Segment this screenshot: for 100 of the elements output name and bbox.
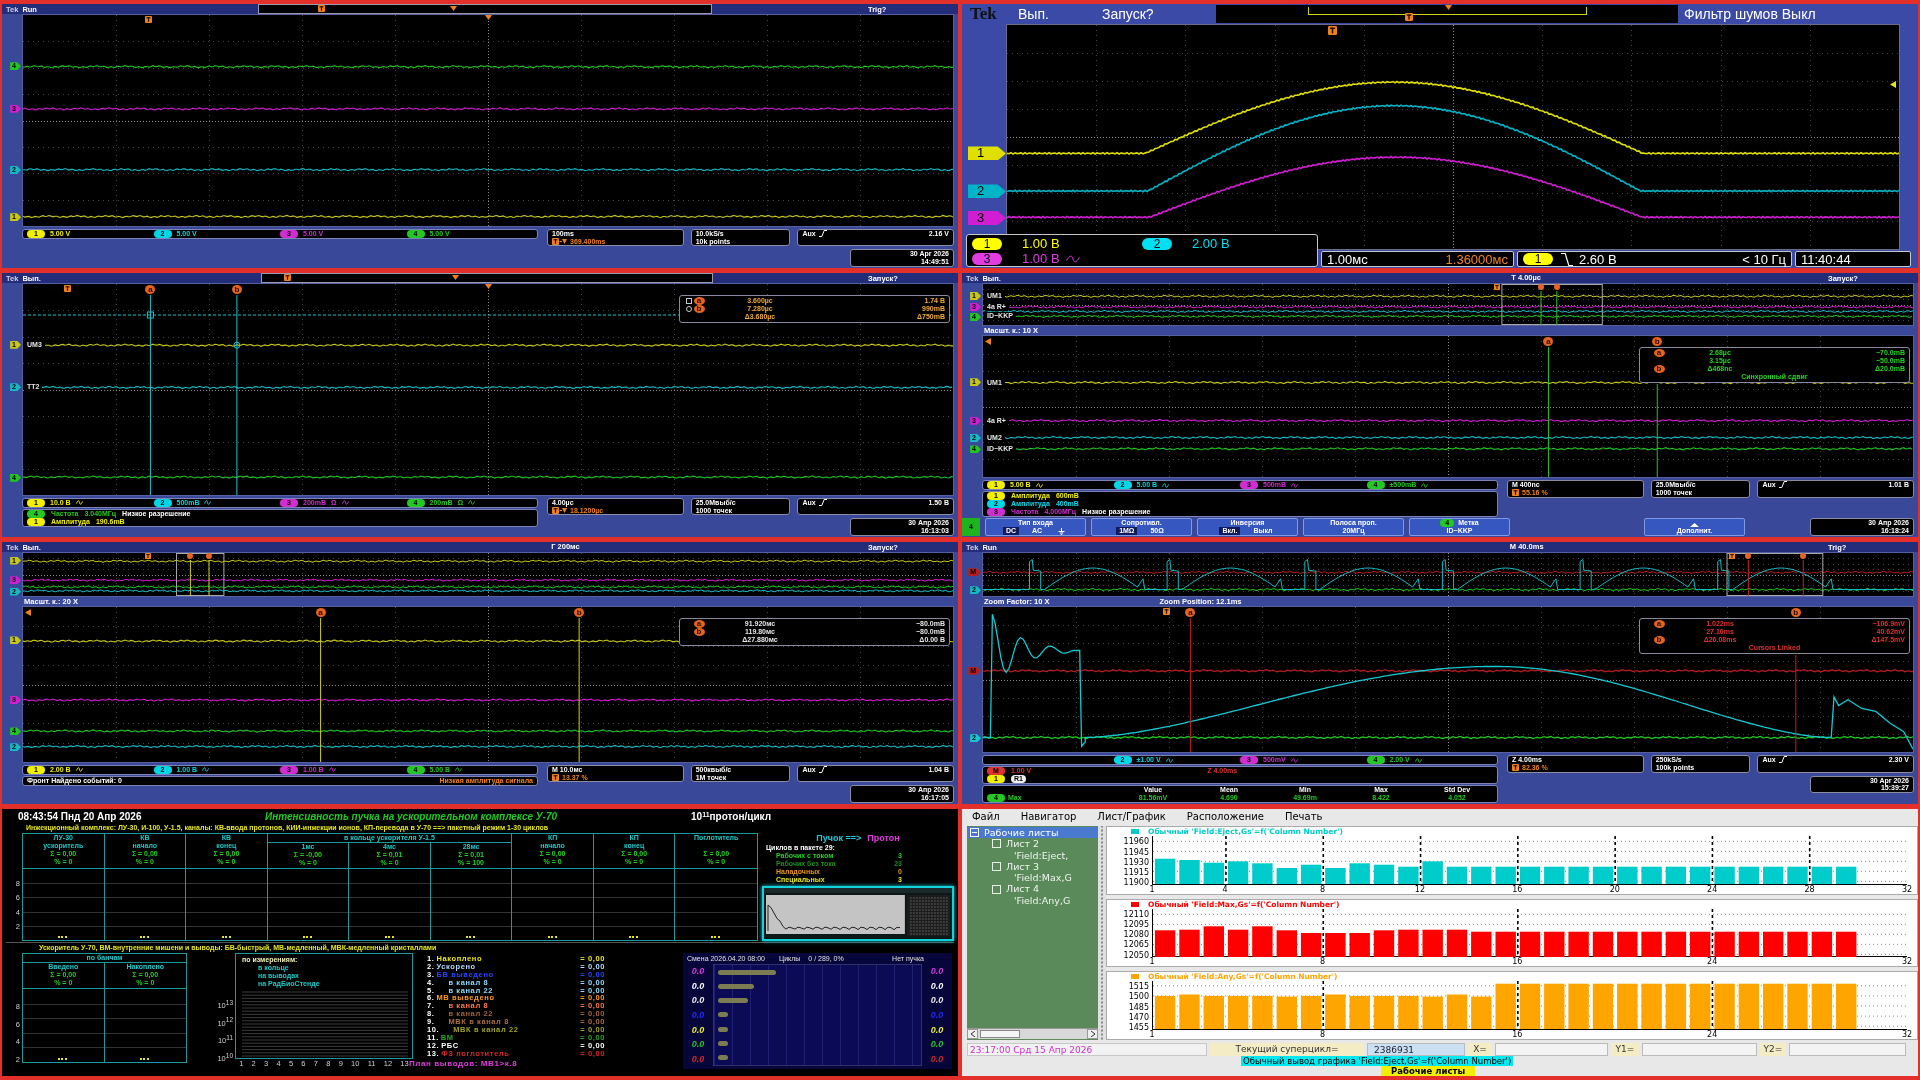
- trigger-position-value: 1.36000мс: [1445, 251, 1508, 267]
- chart-bar: [1203, 862, 1224, 884]
- tree-item[interactable]: 'Field:Any,G: [967, 894, 1098, 907]
- y2-value-field[interactable]: [1789, 1043, 1906, 1056]
- chart-bar: [1471, 931, 1492, 957]
- cursor-marker-icon: [1800, 553, 1807, 559]
- cursor-marker-icon: [1745, 553, 1752, 559]
- baseline-marker: [58, 936, 68, 938]
- chart-bar: [1179, 929, 1200, 957]
- channel-scale: 1.00 В: [1022, 236, 1060, 251]
- axis-tick-label: 32: [1901, 957, 1913, 967]
- axis-tick-label: 12: [1414, 884, 1425, 894]
- cursor-label: b: [574, 608, 585, 617]
- chart-bar: [1811, 984, 1833, 1030]
- tree-item[interactable]: 'Field:Eject,: [967, 849, 1098, 861]
- menu-item[interactable]: Печать: [1284, 809, 1323, 824]
- sheet-label: Рабочие листы: [1381, 1066, 1476, 1076]
- field-label: X=: [1468, 1043, 1492, 1056]
- axis-tick-label: 11945: [1123, 847, 1149, 857]
- trigger-marker-icon: [1405, 13, 1413, 21]
- trigger-frequency: < 10 Гц: [1742, 251, 1786, 267]
- axis-tick-label: 12080: [1123, 929, 1149, 939]
- cursor-label: a: [1185, 608, 1196, 617]
- chart-bar: [1398, 866, 1419, 884]
- reading-value: 0.0: [691, 1039, 705, 1050]
- menu-item[interactable]: Лист/График: [1097, 809, 1166, 824]
- brand-label: Tek: [969, 4, 998, 24]
- chart-bar: [1568, 931, 1589, 957]
- trigger-marker-icon: [1327, 26, 1337, 35]
- tree-item[interactable]: Лист 3: [967, 860, 1098, 873]
- chart-bar: [1373, 996, 1395, 1030]
- x-value-field[interactable]: [1495, 1043, 1608, 1056]
- axis-tick-label: 24: [1707, 884, 1718, 894]
- trigger-position-icon: [1445, 5, 1452, 10]
- axis-tick-label: 12050: [1123, 950, 1149, 960]
- chart-bar: [1203, 996, 1224, 1030]
- chart-bar: [1787, 866, 1808, 884]
- chart-bar: [1373, 864, 1395, 884]
- chart-bar: [1349, 863, 1370, 884]
- axis-tick-label: 12065: [1123, 940, 1149, 949]
- menu-item[interactable]: Расположение: [1186, 809, 1264, 824]
- trigger-marker-icon: [1494, 284, 1501, 290]
- channel-marker: 2: [968, 184, 1006, 199]
- scroll-right-button[interactable]: [1087, 1029, 1098, 1039]
- channel-scale: 2.00 В: [1192, 236, 1230, 251]
- tree-item[interactable]: 'Field:Max,G: [967, 872, 1098, 884]
- chart-bar: [1471, 866, 1492, 884]
- chart-bar: [1763, 931, 1784, 957]
- ground-icon: [1058, 527, 1066, 535]
- y1-value-field[interactable]: [1642, 1043, 1757, 1056]
- timebase-scale: 1.00мс: [1327, 251, 1368, 267]
- scroll-left-button[interactable]: [967, 1029, 978, 1039]
- channel-badge: 3: [972, 252, 1002, 265]
- axis-tick-label: 16: [1512, 1030, 1523, 1039]
- chart-bar: [1836, 931, 1857, 957]
- chart-bar: [1154, 929, 1176, 957]
- chevron-right-icon: [1090, 1031, 1095, 1037]
- chart-bar: [1300, 932, 1322, 957]
- beam-value: Протон: [867, 833, 900, 844]
- chart-bar: [1568, 866, 1589, 884]
- axis-tick-label: 11900: [1123, 877, 1149, 887]
- scroll-thumb[interactable]: [980, 1030, 1020, 1038]
- tree-item[interactable]: Лист 4: [967, 883, 1098, 895]
- cursor-line: [1747, 559, 1749, 596]
- axis-tick-label: 24: [1707, 957, 1718, 967]
- supercycle-field[interactable]: 2386931: [1367, 1043, 1465, 1056]
- axis-tick-label: 24: [1707, 1030, 1718, 1039]
- chart-bar: [1617, 984, 1638, 1030]
- chart-bar: [1227, 996, 1249, 1030]
- cursor-marker-icon: [206, 553, 212, 559]
- cursor-label: a: [1653, 349, 1665, 357]
- reading-value: 0.0: [930, 1053, 944, 1064]
- cursor-label: a: [315, 608, 326, 617]
- chart-bar: [1738, 931, 1760, 957]
- tree-item[interactable]: Рабочие листы: [967, 827, 1098, 839]
- baseline-marker: [140, 936, 149, 938]
- caret-up-icon: [1690, 523, 1699, 527]
- tree-item[interactable]: Лист 2: [967, 838, 1098, 850]
- axis-tick-label: 8: [1319, 957, 1325, 967]
- chart-bar: [1763, 984, 1784, 1030]
- channel-badge: 2: [1142, 237, 1172, 250]
- level-bar: [718, 998, 748, 1004]
- reading-value: 0.0: [930, 966, 944, 977]
- chart-bar: [1787, 931, 1808, 957]
- cursor-label: b: [1652, 337, 1663, 346]
- chart-bar: [1617, 866, 1638, 884]
- axis-tick-label: 20: [1609, 884, 1620, 894]
- axis-tick-label: 1500: [1128, 991, 1149, 1001]
- splitter-handle[interactable]: [1098, 826, 1106, 1040]
- chart-bar: [1665, 931, 1687, 957]
- baseline-marker: [303, 936, 313, 938]
- chart-bar: [1592, 931, 1614, 957]
- axis-tick-label: 11915: [1123, 867, 1149, 877]
- menu-item[interactable]: Навигатор: [1020, 809, 1077, 824]
- chart-bar: [1252, 996, 1273, 1030]
- chart-bar: [1276, 996, 1297, 1030]
- menu-item[interactable]: Файл: [972, 809, 1000, 824]
- chart-bar: [1544, 866, 1565, 884]
- cursor-label: a: [693, 297, 705, 305]
- chart-bar: [1811, 931, 1833, 957]
